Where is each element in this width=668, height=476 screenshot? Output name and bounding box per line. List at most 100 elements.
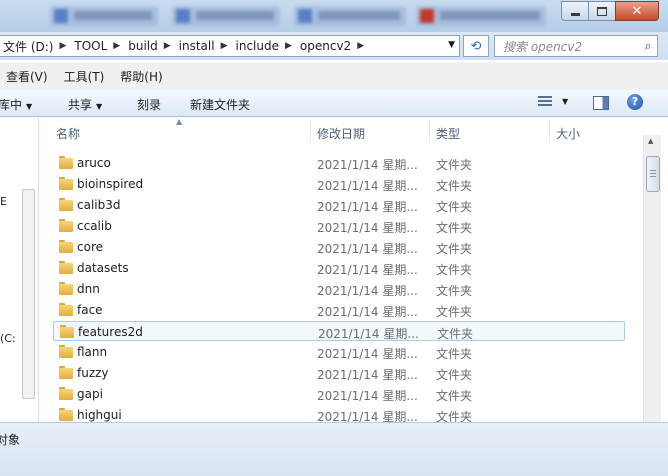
- column-divider[interactable]: [310, 120, 311, 142]
- breadcrumb-chevron-icon[interactable]: ▶: [55, 41, 70, 51]
- view-options-icon[interactable]: [538, 96, 552, 108]
- search-icon[interactable]: ⌕: [639, 39, 657, 54]
- file-row-hovered[interactable]: features2d 2021/1/14 星期... 文件夹: [53, 321, 625, 341]
- folder-icon: [59, 345, 73, 358]
- column-divider[interactable]: [429, 120, 430, 142]
- close-button[interactable]: ✕: [615, 1, 659, 21]
- address-dropdown-icon[interactable]: ▼: [448, 40, 455, 50]
- nav-scrollbar-thumb[interactable]: [22, 189, 35, 399]
- scrollbar-thumb[interactable]: [646, 156, 660, 192]
- breadcrumb-chevron-icon[interactable]: ▶: [160, 41, 175, 51]
- file-row[interactable]: ccalib 2021/1/14 星期... 文件夹: [53, 216, 625, 236]
- help-icon[interactable]: ?: [627, 94, 643, 110]
- nav-item-fragment[interactable]: E: [0, 195, 7, 208]
- breadcrumb-opencv2[interactable]: opencv2: [296, 39, 353, 53]
- file-name: flann: [77, 345, 108, 359]
- file-type: 文件夹: [436, 200, 473, 214]
- organize-label: 库中: [0, 98, 23, 112]
- new-folder-button[interactable]: 新建文件夹: [190, 96, 250, 113]
- menu-help[interactable]: 帮助(H): [112, 68, 170, 85]
- file-type: 文件夹: [436, 179, 473, 193]
- file-type: 文件夹: [436, 347, 473, 361]
- title-bar: ✕: [0, 0, 668, 32]
- file-row[interactable]: datasets 2021/1/14 星期... 文件夹: [53, 258, 625, 278]
- column-header-name[interactable]: 名称: [56, 125, 80, 142]
- file-row[interactable]: fuzzy 2021/1/14 星期... 文件夹: [53, 363, 625, 383]
- file-type: 文件夹: [436, 305, 473, 319]
- share-button[interactable]: 共享 ▼: [68, 96, 102, 113]
- file-type: 文件夹: [436, 158, 473, 172]
- refresh-button[interactable]: ⟲: [463, 35, 489, 57]
- preview-pane-icon[interactable]: [593, 96, 609, 110]
- file-name: core: [77, 240, 103, 254]
- menu-view[interactable]: 查看(V): [0, 68, 56, 85]
- scroll-up-icon[interactable]: ▲: [648, 137, 653, 145]
- breadcrumb-chevron-icon[interactable]: ▶: [281, 41, 296, 51]
- breadcrumb-chevron-icon[interactable]: ▶: [353, 41, 368, 51]
- breadcrumb-install[interactable]: install: [175, 39, 217, 53]
- breadcrumb-build[interactable]: build: [124, 39, 160, 53]
- background-taskbar-tab: [294, 6, 406, 26]
- column-header-size[interactable]: 大小: [556, 125, 580, 142]
- maximize-button[interactable]: [588, 1, 616, 21]
- file-date: 2021/1/14 星期...: [317, 179, 418, 193]
- folder-icon: [60, 325, 74, 338]
- file-name: features2d: [78, 325, 143, 339]
- sort-ascending-icon: ▲: [176, 117, 183, 126]
- breadcrumb-chevron-icon[interactable]: ▶: [109, 41, 124, 51]
- file-name: highgui: [77, 408, 122, 422]
- column-divider[interactable]: [549, 120, 550, 142]
- background-taskbar-tab: [172, 6, 280, 26]
- window-controls: ✕: [561, 1, 659, 21]
- status-bar: 对象: [0, 422, 668, 476]
- file-type: 文件夹: [436, 284, 473, 298]
- folder-icon: [59, 408, 73, 421]
- search-box[interactable]: 搜索 opencv2 ⌕: [494, 35, 658, 57]
- search-input[interactable]: 搜索 opencv2: [495, 38, 639, 55]
- file-name: fuzzy: [77, 366, 109, 380]
- file-type: 文件夹: [436, 389, 473, 403]
- vertical-scrollbar[interactable]: ▲: [643, 135, 661, 422]
- breadcrumb-tool[interactable]: TOOL: [70, 39, 109, 53]
- view-dropdown-icon[interactable]: ▼: [562, 97, 568, 106]
- minimize-icon: [570, 12, 580, 16]
- file-row[interactable]: core 2021/1/14 星期... 文件夹: [53, 237, 625, 257]
- menu-tools[interactable]: 工具(T): [56, 68, 113, 85]
- column-header-type[interactable]: 类型: [436, 125, 460, 142]
- file-row[interactable]: face 2021/1/14 星期... 文件夹: [53, 300, 625, 320]
- minimize-button[interactable]: [561, 1, 589, 21]
- burn-button[interactable]: 刻录: [137, 96, 161, 113]
- menu-bar: 查看(V) 工具(T) 帮助(H): [0, 62, 668, 90]
- file-name: datasets: [77, 261, 129, 275]
- file-date: 2021/1/14 星期...: [317, 200, 418, 214]
- chevron-down-icon: ▼: [26, 102, 33, 111]
- file-date: 2021/1/14 星期...: [318, 327, 419, 341]
- file-row[interactable]: calib3d 2021/1/14 星期... 文件夹: [53, 195, 625, 215]
- refresh-icon: ⟲: [470, 38, 482, 54]
- breadcrumb-include[interactable]: include: [232, 39, 281, 53]
- file-name: dnn: [77, 282, 100, 296]
- background-taskbar-tab: [50, 6, 158, 26]
- folder-icon: [59, 198, 73, 211]
- folder-icon: [59, 156, 73, 169]
- file-row[interactable]: aruco 2021/1/14 星期... 文件夹: [53, 153, 625, 173]
- folder-icon: [59, 177, 73, 190]
- navigation-pane: E (C:: [0, 117, 39, 422]
- background-taskbar-tab: [416, 6, 546, 26]
- file-row[interactable]: flann 2021/1/14 星期... 文件夹: [53, 342, 625, 362]
- file-row[interactable]: gapi 2021/1/14 星期... 文件夹: [53, 384, 625, 404]
- file-date: 2021/1/14 星期...: [317, 158, 418, 172]
- column-header-date[interactable]: 修改日期: [317, 125, 365, 142]
- file-row[interactable]: dnn 2021/1/14 星期... 文件夹: [53, 279, 625, 299]
- breadcrumb-drive[interactable]: 文件 (D:): [0, 38, 55, 55]
- address-bar[interactable]: 文件 (D:) ▶ TOOL ▶ build ▶ install ▶ inclu…: [0, 35, 460, 57]
- file-type: 文件夹: [436, 368, 473, 382]
- folder-icon: [59, 282, 73, 295]
- file-date: 2021/1/14 星期...: [317, 221, 418, 235]
- folder-icon: [59, 219, 73, 232]
- breadcrumb-chevron-icon[interactable]: ▶: [217, 41, 232, 51]
- organize-button[interactable]: 库中 ▼: [0, 96, 32, 113]
- file-row[interactable]: bioinspired 2021/1/14 星期... 文件夹: [53, 174, 625, 194]
- nav-item-drive-c[interactable]: (C:: [0, 332, 16, 345]
- folder-icon: [59, 240, 73, 253]
